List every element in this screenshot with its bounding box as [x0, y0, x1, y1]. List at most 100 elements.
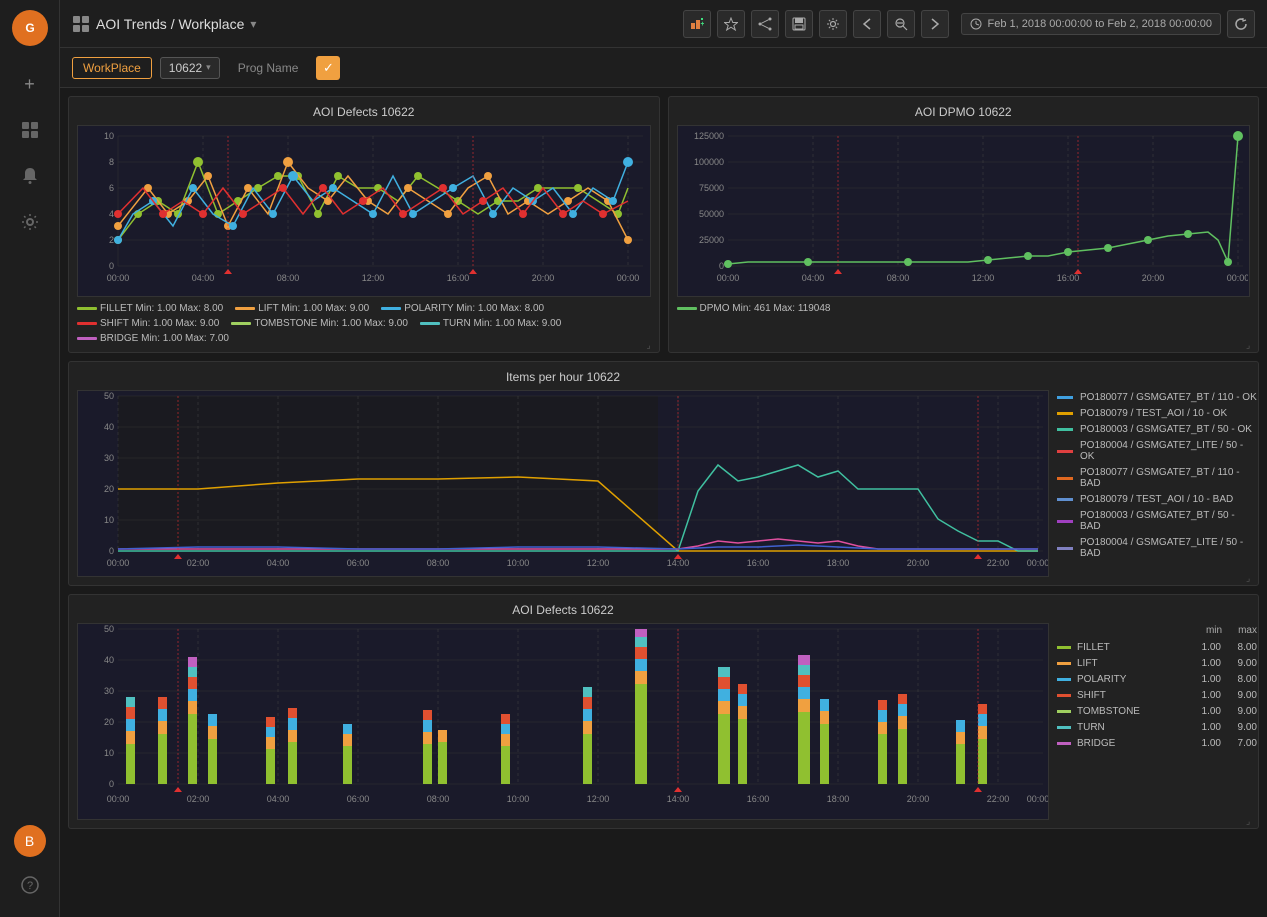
svg-text:50: 50: [104, 391, 114, 401]
share-button[interactable]: [751, 10, 779, 38]
user-avatar[interactable]: B: [14, 825, 46, 857]
svg-text:40: 40: [104, 655, 114, 665]
chart4-inner: AOI Defects 10622: [77, 603, 1049, 820]
chart2-title: AOI DPMO 10622: [677, 105, 1251, 119]
svg-text:0: 0: [109, 546, 114, 556]
svg-text:4: 4: [109, 209, 114, 219]
legend-lift: LIFT Min: 1.00 Max: 9.00: [235, 303, 369, 314]
chart2-area: 0 25000 50000 75000 100000 125000 00:00 …: [677, 125, 1251, 297]
resize-handle-1[interactable]: ⌟: [647, 340, 657, 350]
chart4-area: 0 10 20 30 40 50 00:00 02:00 04:00 06:00…: [77, 623, 1049, 820]
main-content: AOI Trends / Workplace ▾ +: [60, 0, 1267, 917]
sidebar-bell-icon[interactable]: [12, 158, 48, 194]
chart1-legend: FILLET Min: 1.00 Max: 8.00 LIFT Min: 1.0…: [77, 303, 651, 344]
sidebar-dashboard-icon[interactable]: [12, 112, 48, 148]
svg-text:06:00: 06:00: [347, 558, 370, 568]
chart2-legend: DPMO Min: 461 Max: 119048: [677, 303, 1251, 314]
svg-text:00:00: 00:00: [716, 273, 739, 283]
svg-text:0: 0: [718, 261, 723, 271]
chart-aoi-defects-bar: AOI Defects 10622: [68, 594, 1259, 829]
svg-text:10: 10: [104, 748, 114, 758]
tab-progname[interactable]: Prog Name: [228, 58, 309, 78]
svg-text:00:00: 00:00: [1027, 794, 1048, 804]
svg-text:0: 0: [109, 779, 114, 789]
date-range[interactable]: Feb 1, 2018 00:00:00 to Feb 2, 2018 00:0…: [961, 13, 1221, 35]
svg-text:+: +: [700, 21, 704, 28]
zoom-out-button[interactable]: [887, 10, 915, 38]
legend-fillet: FILLET Min: 1.00 Max: 8.00: [77, 303, 223, 314]
chart-add-button[interactable]: +: [683, 10, 711, 38]
legend-polarity: POLARITY Min: 1.00 Max: 8.00: [381, 303, 544, 314]
settings-button[interactable]: [819, 10, 847, 38]
filter-value: 10622: [169, 61, 202, 75]
legend-po180077-ok: PO180077 / GSMGATE7_BT / 110 - OK: [1057, 392, 1257, 403]
filter-badge[interactable]: 10622 ▾: [160, 57, 220, 79]
svg-text:22:00: 22:00: [987, 558, 1010, 568]
svg-text:08:00: 08:00: [886, 273, 909, 283]
title-caret[interactable]: ▾: [250, 17, 256, 31]
legend-po180004-bad: PO180004 / GSMGATE7_LITE / 50 - BAD: [1057, 537, 1257, 559]
svg-text:16:00: 16:00: [447, 273, 470, 283]
check-button[interactable]: ✓: [316, 56, 340, 80]
sidebar-add-icon[interactable]: +: [12, 66, 48, 102]
chart3-inner: Items per hour 10622: [77, 370, 1049, 577]
clock-icon: [970, 18, 982, 30]
legend-tombstone: TOMBSTONE Min: 1.00 Max: 9.00: [231, 318, 408, 329]
refresh-button[interactable]: [1227, 10, 1255, 38]
svg-text:04:00: 04:00: [267, 794, 290, 804]
chart1-title: AOI Defects 10622: [77, 105, 651, 119]
prev-button[interactable]: [853, 10, 881, 38]
chart1-area: 0 2 4 6 8 10 00:00 04:00 08:00 12:00 16:…: [77, 125, 651, 297]
svg-text:14:00: 14:00: [667, 558, 690, 568]
legend-po180003-bad: PO180003 / GSMGATE7_BT / 50 - BAD: [1057, 510, 1257, 532]
svg-text:10: 10: [104, 515, 114, 525]
svg-text:50000: 50000: [698, 209, 723, 219]
svg-text:08:00: 08:00: [277, 273, 300, 283]
svg-text:20: 20: [104, 484, 114, 494]
svg-text:08:00: 08:00: [427, 794, 450, 804]
chart-items-per-hour: Items per hour 10622: [68, 361, 1259, 586]
legend-dpmo: DPMO Min: 461 Max: 119048: [677, 303, 831, 314]
filter-caret: ▾: [206, 62, 211, 73]
chart-aoi-dpmo: AOI DPMO 10622: [668, 96, 1260, 353]
chart3-legend: PO180077 / GSMGATE7_BT / 110 - OK PO1800…: [1057, 370, 1257, 577]
resize-handle-2[interactable]: ⌟: [1246, 340, 1256, 350]
svg-text:40: 40: [104, 422, 114, 432]
legend4-bridge: BRIDGE 1.00 7.00: [1057, 738, 1257, 749]
tab-workplace[interactable]: WorkPlace: [72, 57, 152, 79]
save-button[interactable]: [785, 10, 813, 38]
resize-handle-3[interactable]: ⌟: [1246, 573, 1256, 583]
svg-text:14:00: 14:00: [667, 794, 690, 804]
legend-po180004-ok: PO180004 / GSMGATE7_LITE / 50 - OK: [1057, 440, 1257, 462]
breadcrumb-title: AOI Trends / Workplace: [96, 16, 244, 32]
chart-row-1: AOI Defects 10622: [68, 96, 1259, 353]
svg-text:?: ?: [26, 880, 32, 892]
resize-handle-4[interactable]: ⌟: [1246, 816, 1256, 826]
svg-text:20:00: 20:00: [907, 794, 930, 804]
svg-text:8: 8: [109, 157, 114, 167]
svg-text:30: 30: [104, 686, 114, 696]
svg-text:G: G: [25, 21, 34, 35]
svg-text:10: 10: [104, 131, 114, 141]
svg-text:16:00: 16:00: [747, 794, 770, 804]
subheader: WorkPlace 10622 ▾ Prog Name ✓: [60, 48, 1267, 88]
topbar: AOI Trends / Workplace ▾ +: [60, 0, 1267, 48]
svg-text:04:00: 04:00: [801, 273, 824, 283]
page-title: AOI Trends / Workplace ▾: [72, 15, 683, 33]
svg-text:22:00: 22:00: [987, 794, 1010, 804]
star-button[interactable]: [717, 10, 745, 38]
svg-text:20:00: 20:00: [907, 558, 930, 568]
svg-text:16:00: 16:00: [747, 558, 770, 568]
sidebar-help-icon[interactable]: ?: [12, 867, 48, 903]
svg-text:02:00: 02:00: [187, 558, 210, 568]
sidebar: G + B ?: [0, 0, 60, 917]
legend-po180003-ok: PO180003 / GSMGATE7_BT / 50 - OK: [1057, 424, 1257, 435]
svg-text:10:00: 10:00: [507, 794, 530, 804]
sidebar-gear-icon[interactable]: [12, 204, 48, 240]
svg-text:75000: 75000: [698, 183, 723, 193]
legend4-tombstone: TOMBSTONE 1.00 9.00: [1057, 706, 1257, 717]
svg-text:6: 6: [109, 183, 114, 193]
legend-po180079-bad: PO180079 / TEST_AOI / 10 - BAD: [1057, 494, 1257, 505]
next-button[interactable]: [921, 10, 949, 38]
app-logo[interactable]: G: [12, 10, 48, 46]
